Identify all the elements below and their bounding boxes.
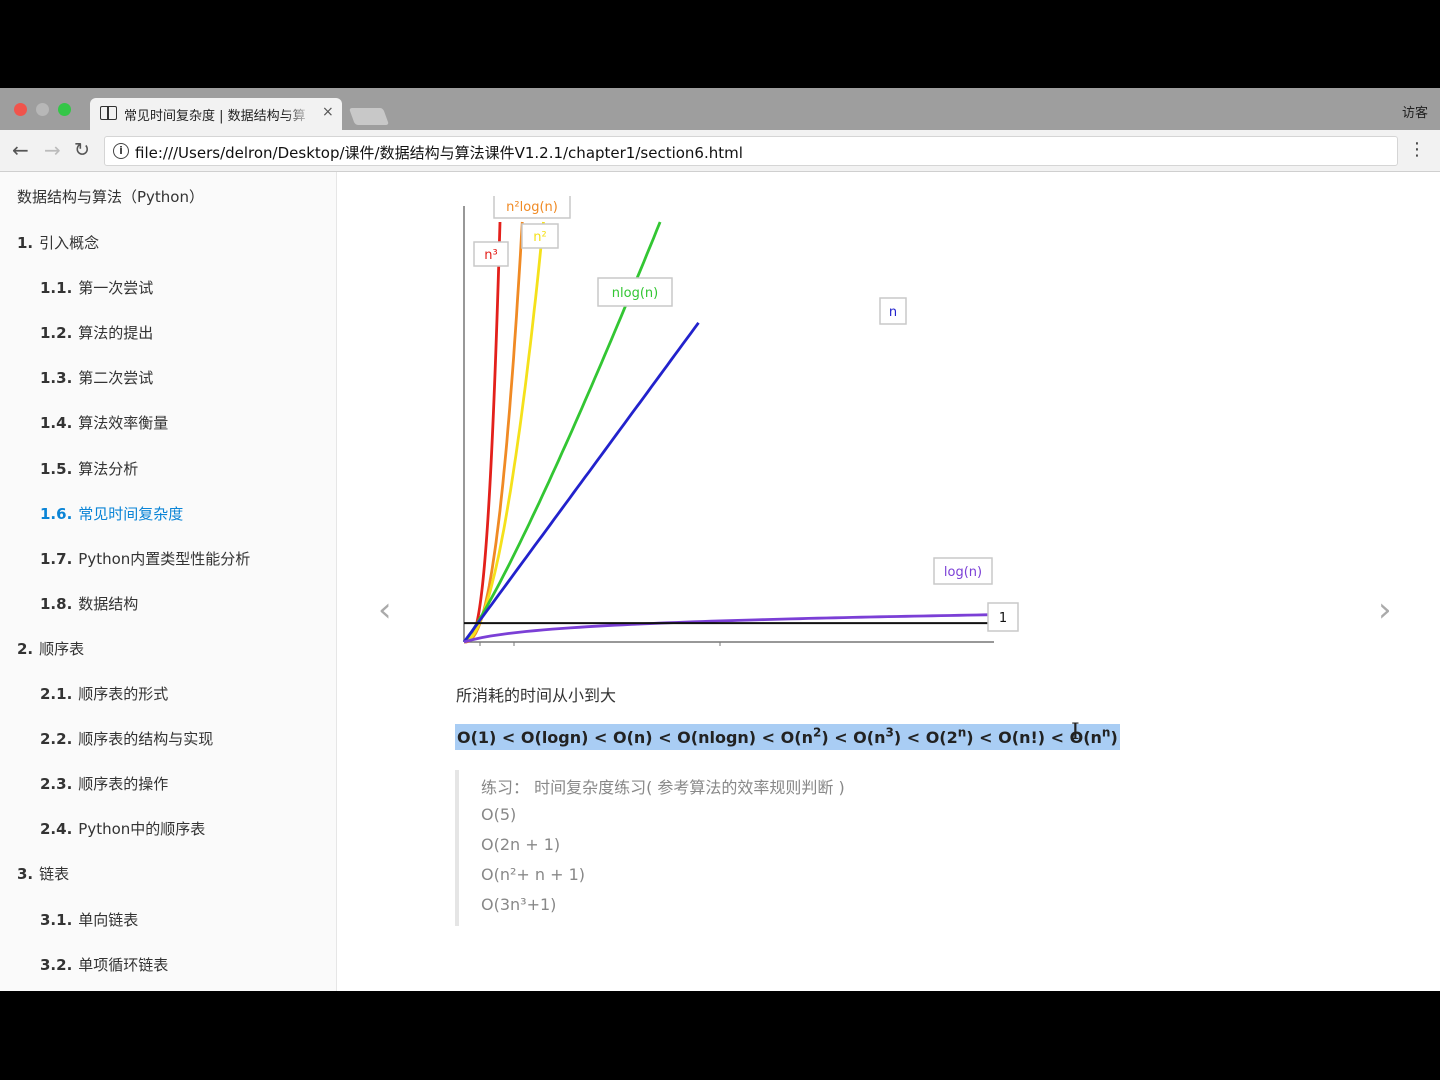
sidebar-item-label: 链表 [39, 865, 70, 884]
sidebar-item-number: 2.3. [40, 775, 73, 794]
sidebar-item-label: 顺序表 [39, 639, 85, 658]
sidebar-item[interactable]: 1.2. 算法的提出 [40, 322, 153, 343]
browser-window: 常见时间复杂度 | 数据结构与算 × 访客 ← → ↻ i file:///Us… [0, 88, 1440, 991]
exercise-blockquote: 练习： 时间复杂度练习( 参考算法的效率规则判断 ) O(5) O(2n + 1… [455, 770, 955, 926]
prev-page-arrow[interactable]: ‹ [378, 590, 392, 630]
main-content: ‹ › n³ n²log(n) n² nlog(n) n log(n) 1 所消耗的时间从小… [338, 172, 1440, 991]
sidebar-item[interactable]: 3.2. 单项循环链表 [40, 954, 168, 975]
forward-arrow-icon[interactable]: → [44, 139, 61, 161]
complexity-chart: n³ n²log(n) n² nlog(n) n log(n) 1 [448, 193, 1148, 666]
exercise-item: O(3n³+1) [481, 895, 557, 914]
active-tab[interactable]: 常见时间复杂度 | 数据结构与算 × [90, 98, 342, 130]
sidebar-item-number: 1.2. [40, 324, 73, 343]
sidebar-item[interactable]: 2. 顺序表 [17, 638, 84, 659]
series-label: 1 [999, 611, 1007, 626]
sidebar-item-label: Python中的顺序表 [78, 820, 206, 839]
new-tab-button[interactable] [348, 108, 390, 125]
sidebar-item-label: 引入概念 [39, 234, 100, 252]
sidebar-item[interactable]: 3. 链表 [17, 863, 69, 884]
sidebar-item-label: 单向链表 [78, 910, 139, 929]
sidebar-item-number: 1.1. [40, 279, 73, 298]
sidebar-toc: 数据结构与算法（Python） 1. 引入概念 1.1. 第一次尝试 1.2. 算法的提出… [0, 172, 337, 991]
sidebar-item-number: 1.4. [40, 414, 73, 433]
sidebar-item-number: 2. [17, 639, 34, 658]
sidebar-item[interactable]: 2.1. 顺序表的形式 [40, 683, 168, 704]
sidebar-item[interactable]: 1.1. 第一次尝试 [40, 277, 153, 298]
exercise-item: O(2n + 1) [481, 835, 561, 854]
letterbox-top [0, 0, 1440, 88]
sidebar-item-number: 3. [17, 865, 34, 884]
address-bar[interactable]: i file:///Users/delron/Desktop/课件/数据结构与算… [104, 136, 1398, 166]
sidebar-item-number: 3.1. [40, 910, 73, 929]
sidebar-item-label: 单项循环链表 [78, 955, 169, 974]
exercise-heading: 练习： 时间复杂度练习( 参考算法的效率规则判断 ) [481, 778, 845, 797]
tab-close-button[interactable]: × [322, 104, 334, 120]
sidebar-item-label: 算法分析 [78, 459, 139, 478]
sidebar-item-number: 1.7. [40, 549, 73, 568]
info-icon[interactable]: i [113, 143, 129, 159]
sidebar-item-number: 1.8. [40, 594, 73, 613]
text-cursor-icon: I [1071, 720, 1080, 745]
close-window-button[interactable] [14, 103, 27, 116]
sidebar-item-number: 1. [17, 234, 34, 252]
minimize-window-button[interactable] [36, 103, 49, 116]
exercise-item: O(n²+ n + 1) [481, 865, 586, 884]
sidebar-item-number: 2.4. [40, 820, 73, 839]
sidebar-item[interactable]: 1. 引入概念 [17, 232, 99, 253]
next-page-arrow[interactable]: › [1378, 590, 1392, 630]
tab-title: 常见时间复杂度 | 数据结构与算 [124, 105, 314, 124]
chart-caption: 所消耗的时间从小到大 [456, 686, 617, 705]
url-text[interactable]: file:///Users/delron/Desktop/课件/数据结构与算法课… [135, 142, 743, 163]
sidebar-item-label: 常见时间复杂度 [78, 504, 184, 523]
series-line [462, 321, 700, 643]
series-line [463, 221, 545, 644]
sidebar-item-number: 2.1. [40, 685, 73, 703]
sidebar-item[interactable]: 3.1. 单向链表 [40, 909, 138, 930]
sidebar-item[interactable]: 1.8. 数据结构 [40, 593, 138, 614]
sidebar-item-label: 第一次尝试 [78, 279, 154, 298]
series-line [463, 613, 995, 644]
sidebar-item-label: 算法的提出 [78, 324, 154, 343]
reload-icon[interactable]: ↻ [74, 139, 90, 161]
complexity-order-selected: O(1) < O(logn) < O(n) < O(nlogn) < O(n2)… [455, 724, 1120, 750]
complexity-chart-svg: n³n²log(n)n²nlog(n)nlog(n)1 [462, 193, 1019, 646]
sidebar-item[interactable]: 2.3. 顺序表的操作 [40, 773, 168, 794]
sidebar-item[interactable]: 1.5. 算法分析 [40, 458, 138, 479]
series-label: n³ [484, 248, 497, 263]
series-label: nlog(n) [612, 286, 658, 301]
sidebar-item-number: 1.5. [40, 459, 73, 478]
back-arrow-icon[interactable]: ← [12, 139, 29, 161]
sidebar-item-label: 数据结构 [78, 594, 139, 613]
sidebar-item-number: 3.2. [40, 955, 73, 974]
sidebar-item-number: 2.2. [40, 730, 73, 749]
sidebar-item[interactable]: 1.6. 常见时间复杂度 [40, 503, 183, 524]
book-icon [100, 106, 117, 120]
exercise-item: O(5) [481, 805, 517, 824]
guest-profile-label[interactable]: 访客 [1402, 102, 1428, 121]
series-label: log(n) [944, 565, 982, 580]
series-label: n² [533, 230, 546, 245]
sidebar-item[interactable]: 1.7. Python内置类型性能分析 [40, 548, 250, 569]
sidebar-item[interactable]: 2.4. Python中的顺序表 [40, 818, 205, 839]
sidebar-item[interactable]: 1.4. 算法效率衡量 [40, 412, 168, 433]
letterbox-bottom [0, 991, 1440, 1080]
sidebar-item[interactable]: 1.3. 第二次尝试 [40, 367, 153, 388]
sidebar-item-label: 第二次尝试 [78, 369, 154, 388]
sidebar-item-number: 1.3. [40, 369, 73, 388]
sidebar-item-label: Python内置类型性能分析 [78, 549, 251, 568]
sidebar-item-label: 顺序表的形式 [78, 685, 169, 703]
complexity-order-text: O(1) < O(logn) < O(n) < O(nlogn) < O(n2)… [457, 726, 1118, 748]
sidebar-item-label: 顺序表的结构与实现 [78, 730, 214, 749]
sidebar-item[interactable]: 2.2. 顺序表的结构与实现 [40, 728, 213, 749]
maximize-window-button[interactable] [58, 103, 71, 116]
series-label: n [889, 305, 897, 320]
tab-strip: 常见时间复杂度 | 数据结构与算 × 访客 [0, 88, 1440, 130]
browser-toolbar: ← → ↻ i file:///Users/delron/Desktop/课件/… [0, 130, 1440, 172]
sidebar-item-label: 算法效率衡量 [78, 414, 169, 433]
sidebar-item-label: 顺序表的操作 [78, 775, 169, 794]
menu-dots-icon[interactable]: ⋮ [1408, 139, 1426, 160]
series-label: n²log(n) [506, 200, 558, 215]
sidebar-item-number: 1.6. [40, 504, 73, 523]
book-title[interactable]: 数据结构与算法（Python） [17, 186, 204, 207]
